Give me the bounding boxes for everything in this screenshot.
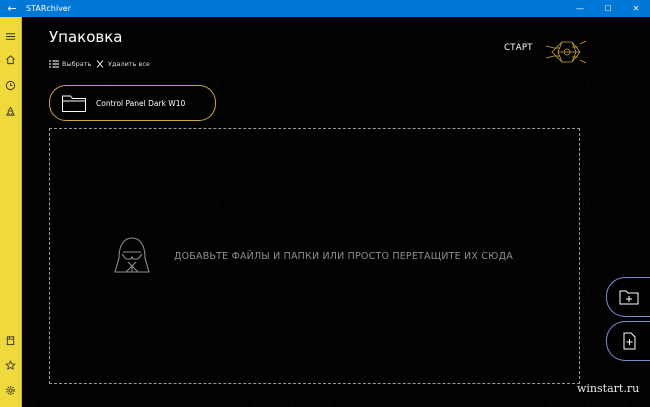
maximize-icon: ☐ [604, 4, 612, 13]
nav-home[interactable] [0, 49, 21, 69]
recycle-icon [6, 106, 15, 116]
start-label[interactable]: СТАРТ [504, 43, 533, 53]
close-icon [96, 60, 104, 68]
home-icon [6, 54, 15, 64]
delete-all-label: Удалить все [108, 60, 150, 68]
main-panel: Упаковка Выбрать Удалить все СТАРТ Contr… [22, 17, 650, 407]
maximize-button[interactable]: ☐ [594, 0, 622, 17]
file-item-name: Control Panel Dark W10 [96, 98, 186, 108]
watermark: winstart.ru [577, 382, 640, 395]
close-button[interactable]: ✕ [622, 0, 650, 17]
nav-recycle[interactable] [0, 101, 21, 121]
minimize-button[interactable]: — [566, 0, 594, 17]
add-file-icon [623, 332, 636, 350]
nav-settings[interactable] [0, 380, 21, 400]
title-bar: ← STARchiver — ☐ ✕ [0, 0, 650, 17]
star-icon [5, 359, 16, 370]
drop-zone-text: ДОБАВЬТЕ ФАЙЛЫ И ПАПКИ ИЛИ ПРОСТО ПЕРЕТА… [174, 251, 513, 262]
file-item[interactable]: Control Panel Dark W10 [49, 85, 216, 121]
nav-archive[interactable] [0, 330, 21, 350]
window-title: STARchiver [26, 4, 72, 13]
nav-history[interactable] [0, 75, 21, 95]
nav-favorites[interactable] [0, 355, 21, 375]
starship-start-icon[interactable] [544, 34, 588, 70]
page-title: Упаковка [49, 28, 123, 46]
hamburger-button[interactable] [0, 26, 21, 46]
select-button[interactable]: Выбрать [49, 60, 91, 68]
side-nav [0, 17, 22, 407]
close-icon: ✕ [632, 4, 640, 13]
select-list-icon [49, 60, 59, 68]
delete-all-button[interactable]: Удалить все [95, 60, 150, 68]
folder-icon [62, 95, 86, 112]
hamburger-icon [5, 32, 16, 40]
add-folder-icon [619, 290, 639, 305]
arrow-left-icon: ← [7, 2, 17, 15]
darth-vader-icon [114, 237, 150, 273]
back-button[interactable]: ← [0, 0, 24, 17]
add-folder-button[interactable] [606, 277, 650, 317]
archive-icon [6, 335, 15, 345]
settings-icon [6, 385, 15, 395]
minimize-icon: — [576, 4, 584, 13]
add-file-button[interactable] [606, 321, 650, 361]
select-label: Выбрать [62, 60, 92, 68]
history-icon [5, 80, 16, 90]
